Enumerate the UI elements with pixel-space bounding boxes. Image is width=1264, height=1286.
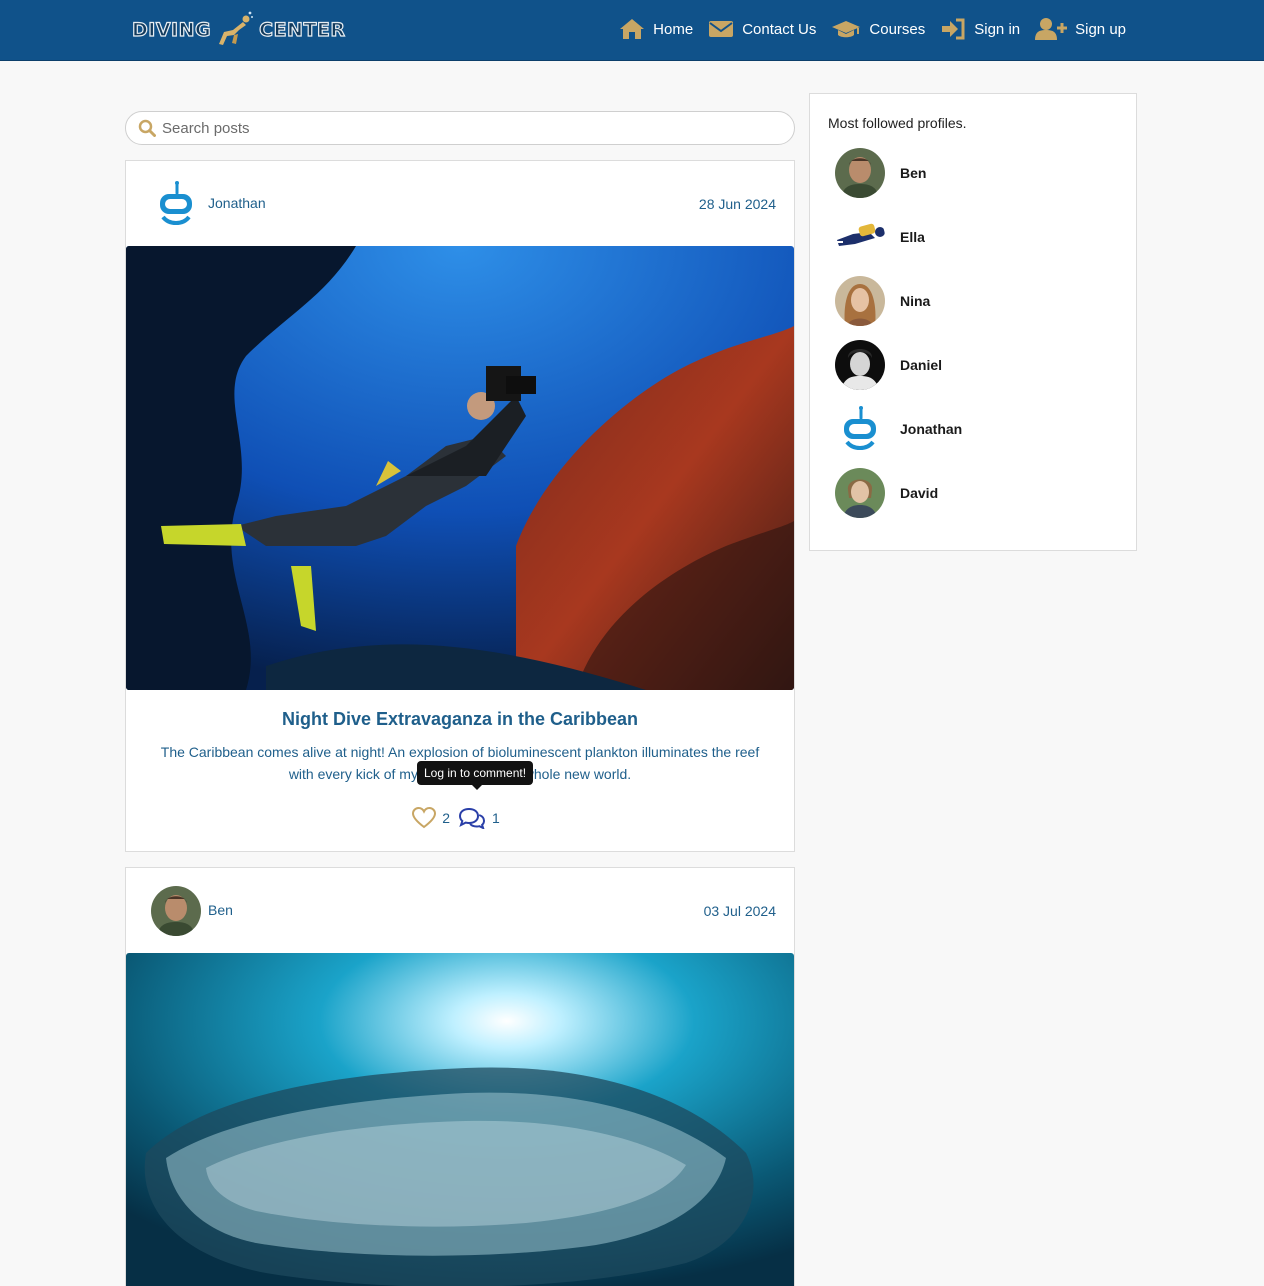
- profile-item[interactable]: Ella: [835, 212, 925, 262]
- profile-name: Ben: [900, 165, 927, 181]
- home-icon: [620, 19, 645, 39]
- envelope-icon: [709, 21, 734, 37]
- post-title[interactable]: Night Dive Extravaganza in the Caribbean: [126, 709, 794, 730]
- ben-avatar-photo: [835, 148, 885, 198]
- avatar: [835, 148, 885, 198]
- sign-in-icon: [942, 18, 965, 40]
- graduation-cap-icon: [832, 21, 861, 38]
- avatar[interactable]: [151, 179, 201, 229]
- profile-name: Daniel: [900, 357, 943, 373]
- profile-item[interactable]: Nina: [835, 276, 930, 326]
- profile-name: Nina: [900, 293, 931, 309]
- post-image[interactable]: [126, 246, 794, 690]
- avatar: [835, 276, 885, 326]
- nav-home-label: Home: [653, 20, 694, 38]
- profile-name: Jonathan: [900, 421, 963, 437]
- profile-item[interactable]: Daniel: [835, 340, 942, 390]
- nav-sign-in-label: Sign in: [974, 20, 1021, 38]
- most-followed-sidebar: Most followed profiles. Ben Ella Nina Da…: [809, 93, 1137, 551]
- brand-logo[interactable]: DIVING CENTER: [131, 8, 346, 52]
- nav-home[interactable]: Home: [619, 18, 693, 40]
- david-avatar-photo: [835, 468, 885, 518]
- post-date: 03 Jul 2024: [703, 903, 776, 919]
- avatar: [835, 468, 885, 518]
- nav-courses-label: Courses: [869, 20, 926, 38]
- post-header: Jonathan 28 Jun 2024: [126, 161, 794, 246]
- diver-logo-icon: [219, 11, 254, 45]
- post-author[interactable]: Jonathan: [208, 195, 266, 211]
- ben-avatar-photo: [151, 886, 201, 936]
- nav-sign-in[interactable]: Sign in: [940, 18, 1020, 40]
- profile-item[interactable]: Ben: [835, 148, 926, 198]
- post-card: Ben 03 Jul 2024: [125, 867, 795, 1286]
- like-button[interactable]: 2: [412, 807, 458, 829]
- nav-sign-up[interactable]: Sign up: [1035, 17, 1126, 41]
- post-actions: 2 1 Log in to comment!: [126, 761, 794, 831]
- post-header: Ben 03 Jul 2024: [126, 868, 794, 953]
- nav-sign-up-label: Sign up: [1075, 20, 1126, 38]
- user-plus-icon: [1035, 18, 1068, 40]
- search-input[interactable]: [162, 119, 762, 137]
- avatar: [835, 340, 885, 390]
- navbar: DIVING CENTER Home Contact Us Courses Si…: [0, 0, 1264, 61]
- nav-contact-us-label: Contact Us: [742, 20, 817, 38]
- diver-avatar-icon: [835, 212, 885, 262]
- like-count: 2: [442, 810, 450, 826]
- snorkel-mask-avatar-icon: [835, 404, 885, 454]
- nina-avatar-photo: [835, 276, 885, 326]
- profile-item[interactable]: David: [835, 468, 938, 518]
- comment-count: 1: [492, 810, 500, 826]
- profile-name: David: [900, 485, 939, 501]
- sidebar-title: Most followed profiles.: [828, 115, 967, 131]
- profile-name: Ella: [900, 229, 925, 245]
- snorkel-mask-avatar-icon: [151, 179, 201, 229]
- post-date: 28 Jun 2024: [698, 196, 776, 212]
- comment-tooltip: Log in to comment!: [417, 761, 534, 790]
- brand-word-1: DIVING: [131, 18, 212, 41]
- post-card: Jonathan 28 Jun 2024 Night Dive Extravag…: [125, 160, 795, 852]
- brand-word-2: CENTER: [259, 18, 346, 41]
- search-bar[interactable]: [125, 111, 795, 145]
- heart-icon: [412, 807, 437, 829]
- daniel-avatar-photo: [835, 340, 885, 390]
- nav-contact-us[interactable]: Contact Us: [708, 19, 816, 39]
- avatar[interactable]: [151, 886, 201, 936]
- post-author[interactable]: Ben: [208, 902, 233, 918]
- comment-button[interactable]: 1: [458, 807, 508, 829]
- post-image[interactable]: [126, 953, 794, 1286]
- comments-icon: [458, 807, 486, 829]
- search-icon: [138, 119, 156, 137]
- profile-item[interactable]: Jonathan: [835, 404, 962, 454]
- avatar: [835, 404, 885, 454]
- nav-courses[interactable]: Courses: [831, 19, 925, 39]
- avatar: [835, 212, 885, 262]
- main-nav: Home Contact Us Courses Sign in Sign up: [604, 14, 1126, 44]
